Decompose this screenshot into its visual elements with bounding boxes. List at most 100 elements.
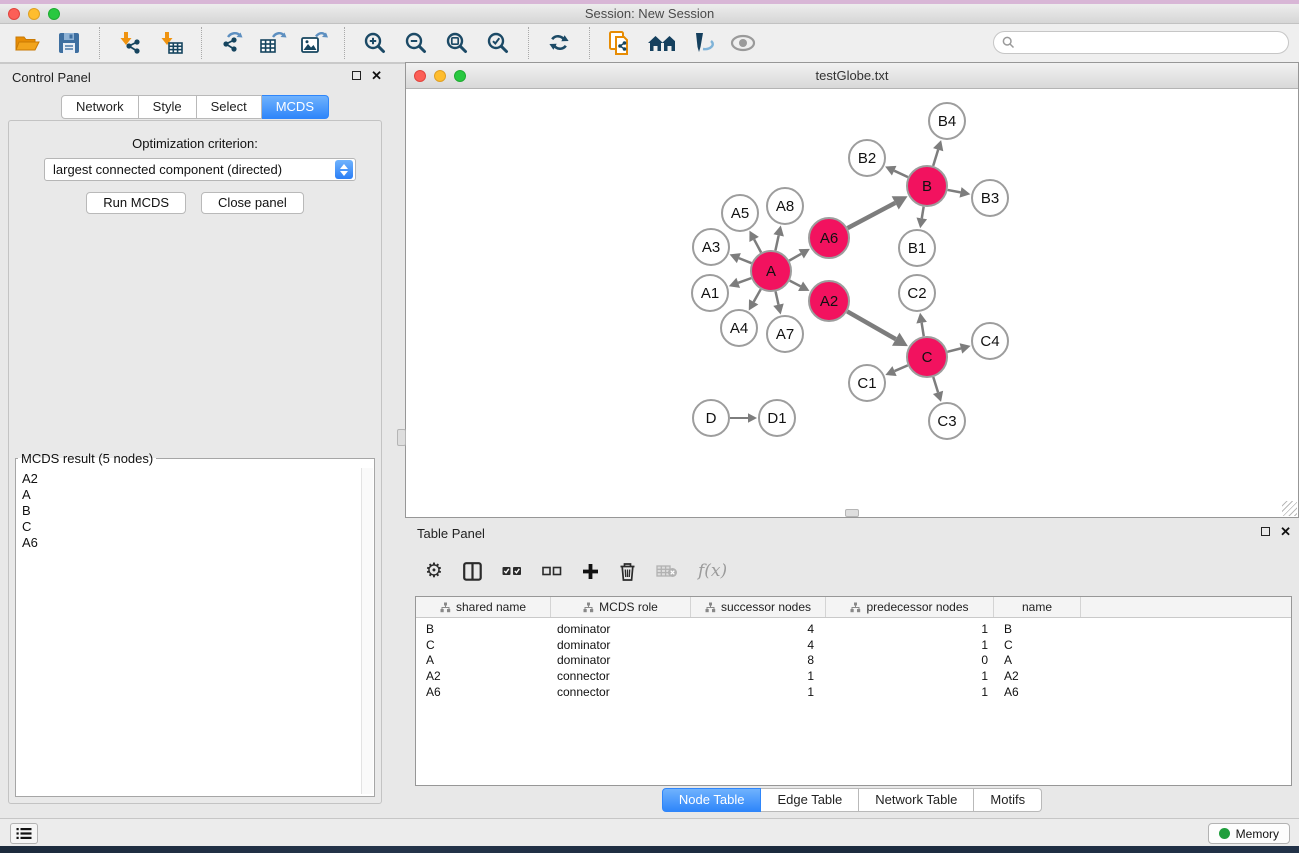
graph-edge-A-A2[interactable]: [790, 281, 801, 287]
table-cell[interactable]: dominator: [551, 638, 691, 652]
table-cell[interactable]: 1: [826, 669, 994, 683]
close-panel-icon[interactable]: ✕: [371, 70, 382, 81]
table-cell[interactable]: dominator: [551, 653, 691, 667]
import-network-icon[interactable]: [116, 28, 144, 58]
table-cell[interactable]: connector: [551, 669, 691, 683]
window-resize-grip[interactable]: [1282, 501, 1297, 516]
export-table-icon[interactable]: [259, 28, 287, 58]
zoom-fit-icon[interactable]: [443, 28, 471, 58]
graph-edge-C-C1[interactable]: [895, 365, 908, 371]
graph-edge-A-A1[interactable]: [738, 278, 751, 283]
table-cell[interactable]: C: [994, 638, 1081, 652]
task-history-button[interactable]: [10, 823, 38, 844]
export-network-icon[interactable]: [218, 28, 246, 58]
table-row[interactable]: Adominator80A: [416, 652, 1291, 668]
close-panel-button[interactable]: Close panel: [201, 192, 304, 214]
table-cell[interactable]: dominator: [551, 622, 691, 636]
unselect-all-icon[interactable]: [542, 558, 562, 584]
export-image-icon[interactable]: [300, 28, 328, 58]
table-row[interactable]: Bdominator41B: [416, 621, 1291, 637]
tab-network[interactable]: Network: [61, 95, 139, 119]
table-cell[interactable]: A6: [416, 685, 551, 699]
home-icon[interactable]: [647, 28, 675, 58]
tab-mcds[interactable]: MCDS: [262, 95, 329, 119]
table-settings-icon[interactable]: ⚙: [425, 558, 443, 584]
graph-edge-C-C3[interactable]: [933, 377, 938, 392]
tab-style[interactable]: Style: [139, 95, 197, 119]
table-cell[interactable]: B: [994, 622, 1081, 636]
table-cell[interactable]: 4: [691, 638, 826, 652]
save-session-icon[interactable]: [55, 28, 83, 58]
open-session-icon[interactable]: [14, 28, 42, 58]
zoom-out-icon[interactable]: [402, 28, 430, 58]
network-canvas-svg[interactable]: AA1A2A3A4A5A6A7A8BB1B2B3B4CC1C2C3C4DD1: [406, 89, 1298, 517]
tab-edge-table[interactable]: Edge Table: [761, 788, 859, 812]
create-column-icon[interactable]: [463, 558, 482, 584]
mcds-result-item[interactable]: B: [22, 503, 360, 519]
toolbar-search[interactable]: [993, 31, 1289, 54]
delete-icon[interactable]: [619, 558, 636, 584]
tab-node-table[interactable]: Node Table: [662, 788, 762, 812]
graph-edge-C-C4[interactable]: [947, 348, 961, 351]
table-cell[interactable]: A6: [994, 685, 1081, 699]
table-cell[interactable]: 8: [691, 653, 826, 667]
memory-button[interactable]: Memory: [1208, 823, 1290, 844]
table-cell[interactable]: B: [416, 622, 551, 636]
graph-edge-A-A7[interactable]: [776, 291, 779, 304]
column-header-name[interactable]: name: [994, 597, 1081, 617]
table-cell[interactable]: connector: [551, 685, 691, 699]
table-cell[interactable]: A2: [416, 669, 551, 683]
graph-edge-A-A8[interactable]: [775, 235, 778, 250]
float-panel-icon[interactable]: [352, 71, 361, 80]
bottom-splitter-handle[interactable]: [845, 509, 859, 517]
table-cell[interactable]: A: [994, 653, 1081, 667]
column-header-mcds-role[interactable]: MCDS role: [551, 597, 691, 617]
graph-edge-A2-C[interactable]: [847, 311, 896, 339]
left-splitter-handle[interactable]: [397, 429, 406, 446]
select-all-icon[interactable]: [502, 558, 522, 584]
mcds-result-item[interactable]: A2: [22, 471, 360, 487]
table-cell[interactable]: 4: [691, 622, 826, 636]
zoom-in-icon[interactable]: [361, 28, 389, 58]
criterion-dropdown[interactable]: largest connected component (directed): [44, 158, 356, 181]
add-row-icon[interactable]: [582, 558, 599, 584]
column-header-shared-name[interactable]: shared name: [416, 597, 551, 617]
search-input[interactable]: [1020, 34, 1288, 52]
tab-select[interactable]: Select: [197, 95, 262, 119]
graph-edge-B-B3[interactable]: [948, 190, 961, 192]
column-header-predecessor-nodes[interactable]: predecessor nodes: [826, 597, 994, 617]
table-row[interactable]: A2connector11A2: [416, 668, 1291, 684]
duplicate-network-icon[interactable]: [606, 28, 634, 58]
refresh-icon[interactable]: [545, 28, 573, 58]
zoom-selected-icon[interactable]: [484, 28, 512, 58]
table-row[interactable]: A6connector11A6: [416, 684, 1291, 700]
graph-edge-A-A4[interactable]: [754, 289, 761, 302]
tab-network-table[interactable]: Network Table: [859, 788, 974, 812]
table-cell[interactable]: A2: [994, 669, 1081, 683]
graph-edge-A-A6[interactable]: [789, 254, 801, 261]
import-table-icon[interactable]: [157, 28, 185, 58]
table-cell[interactable]: 1: [691, 685, 826, 699]
table-cell[interactable]: A: [416, 653, 551, 667]
graph-edge-A6-B[interactable]: [848, 203, 896, 228]
table-cell[interactable]: C: [416, 638, 551, 652]
column-header-successor-nodes[interactable]: successor nodes: [691, 597, 826, 617]
table-cell[interactable]: 1: [826, 622, 994, 636]
close-table-panel-icon[interactable]: ✕: [1280, 526, 1291, 537]
mcds-result-scrollbar[interactable]: [361, 468, 373, 794]
mcds-result-item[interactable]: A: [22, 487, 360, 503]
graph-edge-B-B2[interactable]: [894, 171, 908, 177]
mcds-result-item[interactable]: C: [22, 519, 360, 535]
graph-edge-B-B1[interactable]: [922, 207, 924, 219]
annotation-marker-icon[interactable]: [688, 28, 716, 58]
graph-edge-C-C2[interactable]: [922, 323, 924, 337]
network-canvas[interactable]: AA1A2A3A4A5A6A7A8BB1B2B3B4CC1C2C3C4DD1: [406, 89, 1298, 517]
table-cell[interactable]: 1: [826, 685, 994, 699]
table-cell[interactable]: 1: [691, 669, 826, 683]
graph-edge-A-A3[interactable]: [739, 258, 752, 263]
table-row[interactable]: Cdominator41C: [416, 637, 1291, 653]
mcds-result-list[interactable]: A2ABCA6: [17, 468, 360, 794]
table-cell[interactable]: 0: [826, 653, 994, 667]
graph-edge-B-B4[interactable]: [933, 150, 938, 166]
run-mcds-button[interactable]: Run MCDS: [86, 192, 186, 214]
